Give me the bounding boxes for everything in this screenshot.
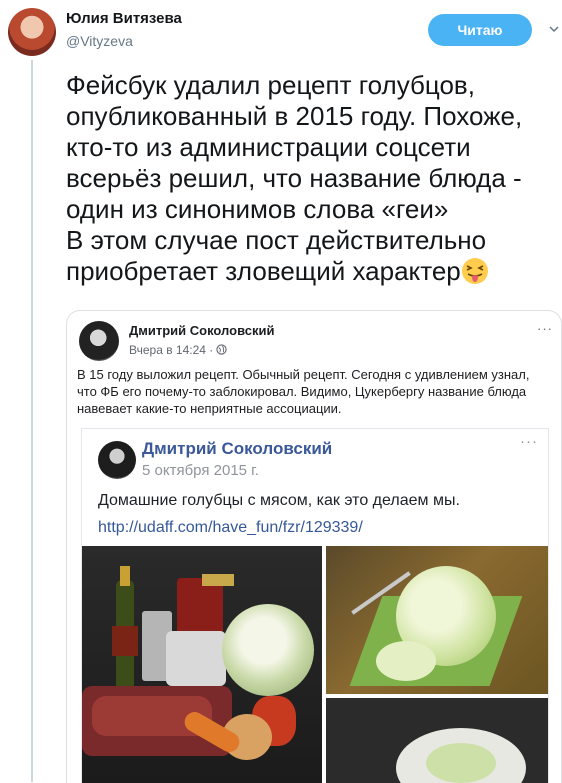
display-name[interactable]: Юлия Витязева — [66, 10, 182, 27]
inner-post-link: http://udaff.com/have_fun/fzr/129339/ — [98, 519, 363, 536]
inner-more-icon: ··· — [520, 433, 538, 450]
cabbage-photo — [326, 546, 548, 694]
squinting-tongue-face-icon — [461, 258, 488, 284]
inner-post-date: 5 октября 2015 г. — [142, 462, 259, 479]
user-avatar[interactable] — [8, 8, 56, 56]
globe-icon — [216, 344, 227, 355]
tweet-text-content: Фейсбук удалил рецепт голубцов, опублико… — [66, 70, 523, 286]
chevron-down-icon[interactable] — [549, 24, 559, 34]
embedded-image[interactable]: Дмитрий Соколовский Вчера в 14:24 · ··· … — [66, 310, 562, 783]
fb-post-date: Вчера в 14:24 · — [129, 343, 227, 357]
fb-author-name: Дмитрий Соколовский — [129, 323, 275, 338]
inner-post-text: Домашние голубцы с мясом, как это делаем… — [98, 492, 460, 509]
inner-screenshot: Дмитрий Соколовский 5 октября 2015 г. ··… — [81, 428, 549, 783]
fb-post-text: В 15 году выложил рецепт. Обычный рецепт… — [77, 367, 530, 416]
follow-button[interactable]: Читаю — [428, 14, 532, 46]
fb-post-date-text: Вчера в 14:24 · — [129, 343, 214, 357]
thread-line — [31, 60, 33, 782]
inner-author-avatar — [98, 441, 136, 479]
tweet-text: Фейсбук удалил рецепт голубцов, опублико… — [66, 70, 560, 287]
plate-photo — [326, 698, 548, 783]
user-handle[interactable]: @Vityzeva — [66, 33, 133, 49]
ingredients-photo — [82, 546, 322, 783]
inner-author-name: Дмитрий Соколовский — [142, 439, 333, 458]
fb-more-icon: ··· — [537, 321, 553, 336]
fb-author-avatar — [79, 321, 119, 361]
